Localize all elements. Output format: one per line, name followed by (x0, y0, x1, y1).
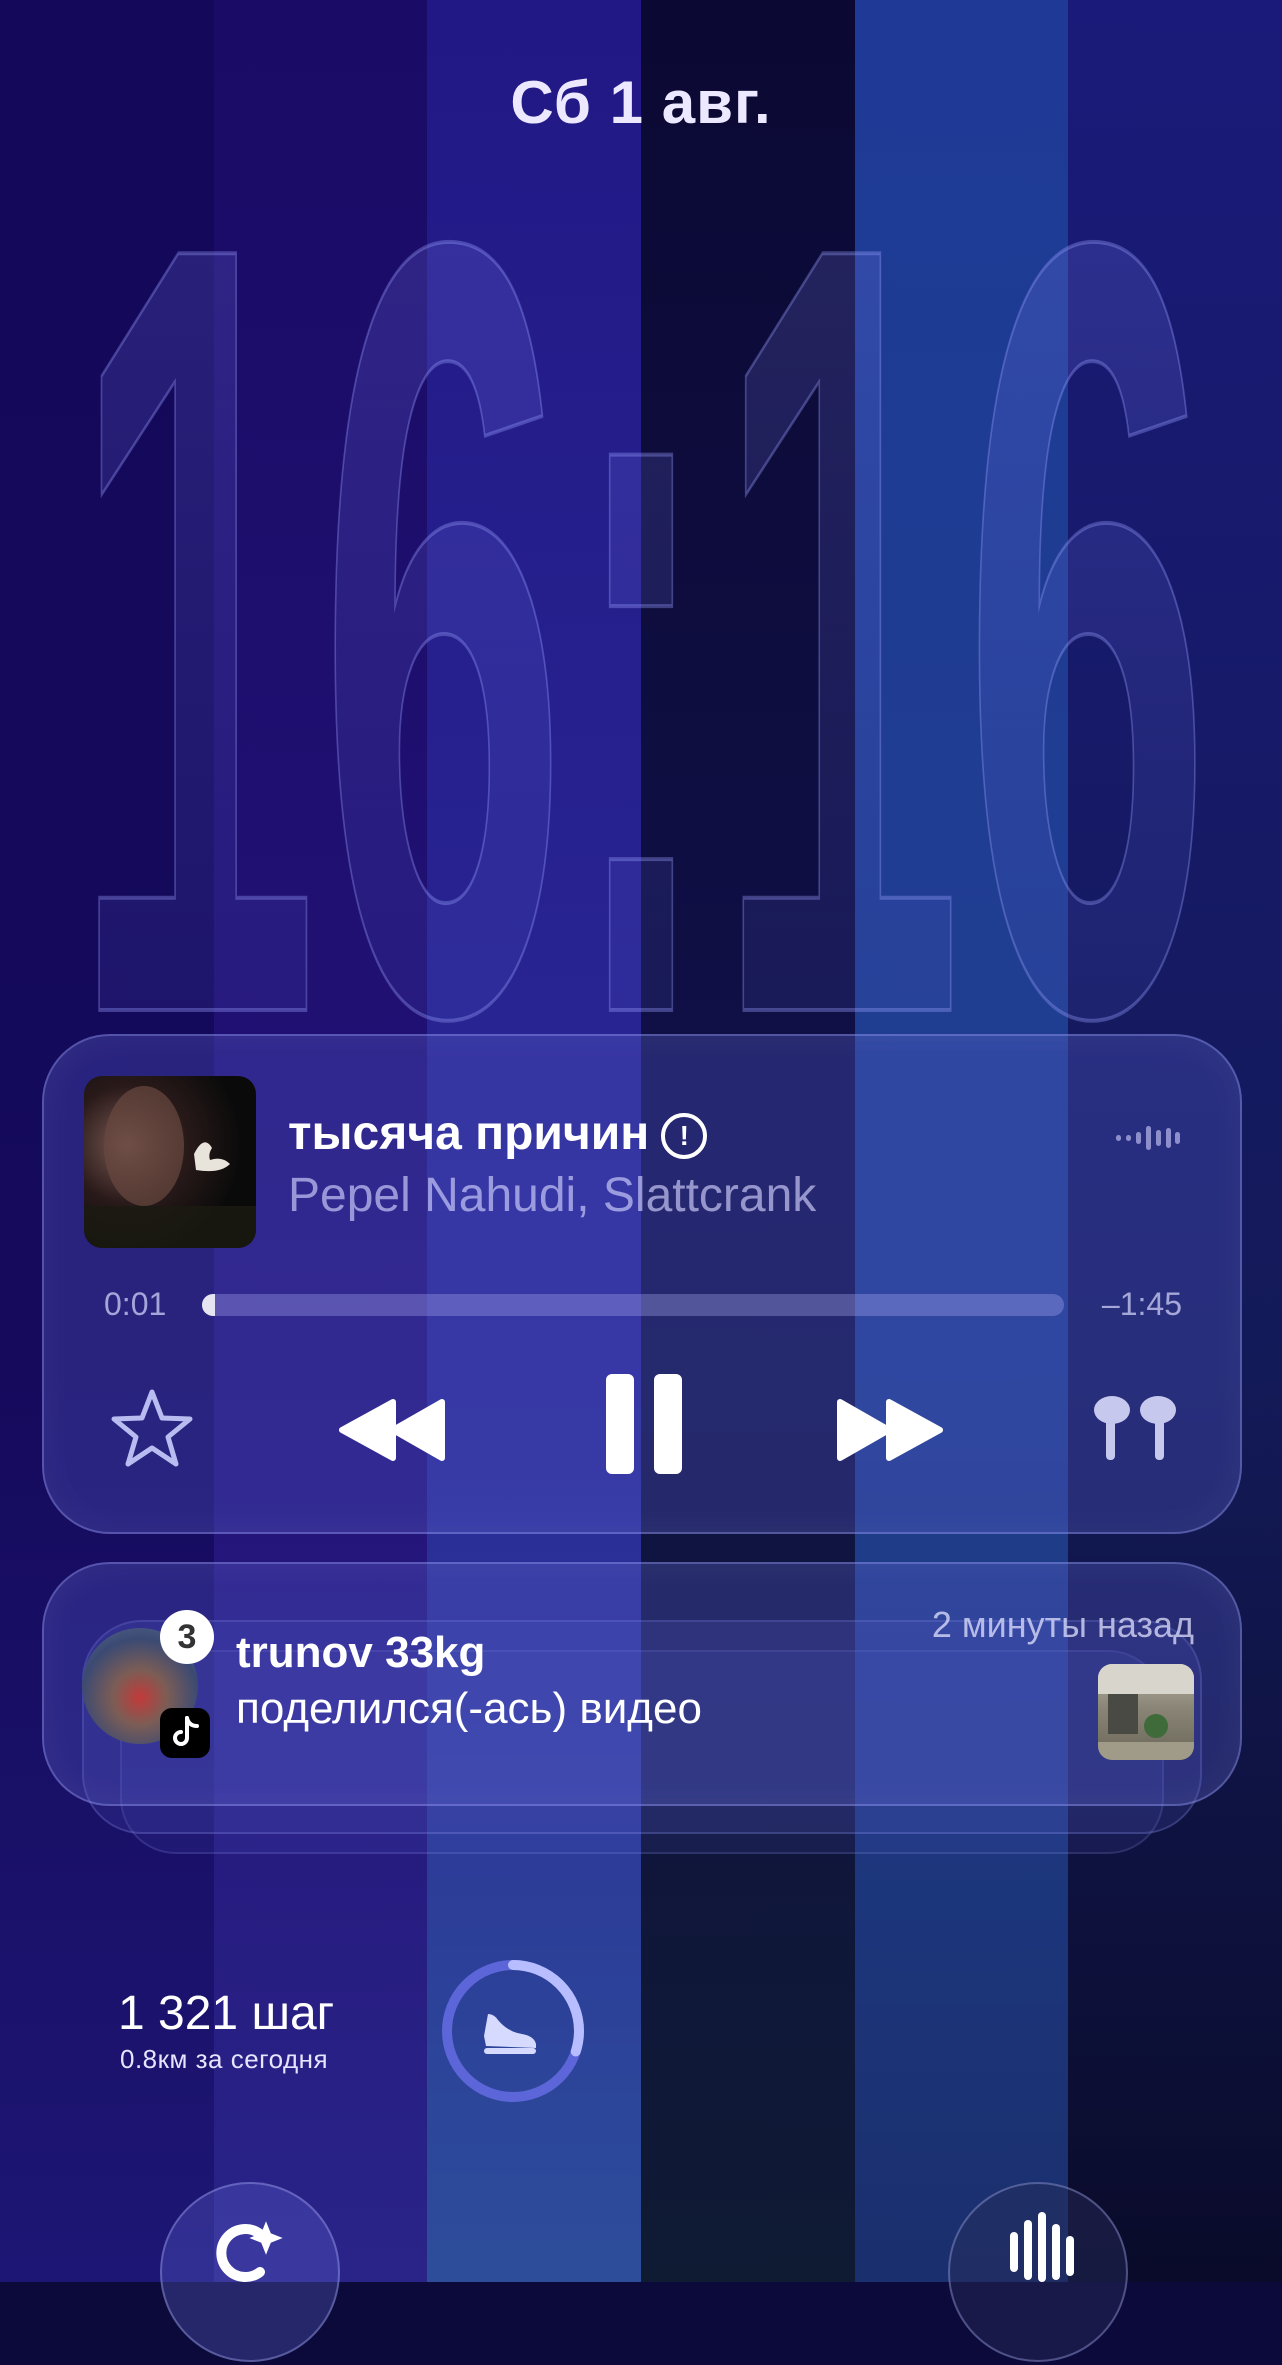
lockscreen-date: Сб 1 авг. (510, 69, 772, 136)
now-playing-card[interactable]: тысяча причин! Pepel Nahudi, Slattcrank … (42, 1034, 1242, 1534)
airpods-output-icon[interactable] (1090, 1394, 1180, 1469)
notification-sender: trunov 33kg (236, 1628, 486, 1677)
notification-message: поделился(-ась) видео (236, 1684, 702, 1733)
song-title: тысяча причин! (288, 1106, 708, 1161)
notification-time: 2 минуты назад (931, 1604, 1194, 1645)
lockscreen-clock: 16:16 (0, 13, 1282, 1246)
explicit-icon: ! (661, 1113, 708, 1159)
steps-count: 1 321 шаг (118, 1987, 335, 2040)
shoe-icon (484, 2014, 536, 2054)
elapsed-time: 0:01 (104, 1286, 167, 1322)
steps-distance: 0.8км за сегодня (120, 2044, 329, 2074)
audio-waveform-icon (1116, 1126, 1180, 1155)
remaining-time: –1:45 (1101, 1286, 1182, 1322)
notification-count-badge: 3 (160, 1610, 214, 1664)
tiktok-icon (160, 1708, 210, 1758)
video-thumbnail (1098, 1664, 1194, 1760)
progress-fill (202, 1294, 215, 1316)
favorite-star-icon[interactable] (110, 1388, 194, 1473)
rewind-button[interactable] (338, 1398, 448, 1467)
clock-digits: 16:16 (71, 150, 1211, 1030)
album-art[interactable] (84, 1076, 256, 1248)
notification-card[interactable]: 3 trunov 33kg поделился(-ась) видео 2 ми… (42, 1562, 1242, 1806)
playback-progress-bar[interactable] (202, 1294, 1064, 1316)
visual-lookup-button[interactable] (160, 2182, 340, 2362)
pause-button[interactable] (604, 1374, 684, 1479)
music-recognition-button[interactable] (948, 2182, 1128, 2362)
fast-forward-button[interactable] (834, 1398, 944, 1467)
song-artist: Pepel Nahudi, Slattcrank (288, 1169, 817, 1222)
activity-ring[interactable] (438, 1956, 588, 2111)
